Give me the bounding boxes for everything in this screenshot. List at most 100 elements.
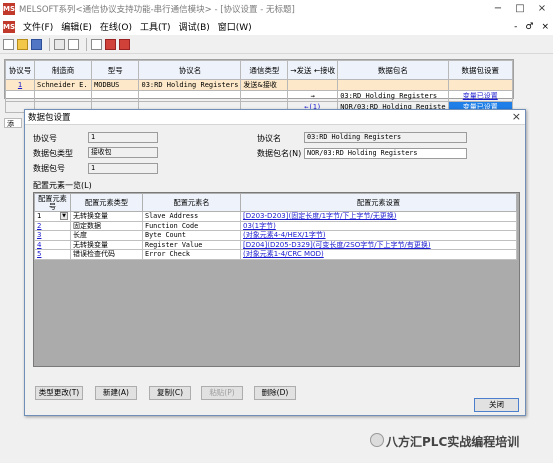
open-folder-icon[interactable] [17,38,28,50]
change-type-button[interactable]: 类型更改(T) [35,386,83,400]
close-button[interactable]: 关闭 [474,398,519,412]
delete-element-button[interactable]: 删除(D) [254,386,296,400]
add-element-button[interactable]: 新建(A) [95,386,137,400]
protocol-name-cell: 03:RD Holding Registers [138,79,242,91]
col-maker: 制造商 [34,60,93,80]
element-name-cell: Slave Address [142,211,241,222]
mdi-restore-icon[interactable]: ♂ [525,22,533,32]
table-row[interactable]: → 03:RD Holding Registers 变量已设置 [4,90,514,102]
table-row[interactable]: 3 长度 Byte Count (对象元素4-4/HEX/1字节) [34,230,517,241]
element-no-cell[interactable]: 3 [34,230,71,241]
save-icon[interactable] [31,38,42,50]
dialog-title-bar: 数据包设置 × [25,110,525,125]
maker-cell: Schneider E. [34,79,93,91]
menu-tools[interactable]: 工具(T) [140,20,171,33]
side-tab[interactable]: 添 [4,118,22,128]
element-list-label: 配置元素一览(L) [33,181,92,190]
element-type-cell: 无转换变量 [70,239,143,251]
mdi-minimize-icon[interactable]: - [514,22,517,32]
element-name-cell: Register Value [142,239,241,251]
minimize-icon[interactable]: − [487,0,509,18]
element-setting-link[interactable]: 03(1字节) [240,220,517,232]
paste-element-button[interactable]: 粘贴(P) [201,386,243,400]
col-packet-name: 数据包名 [337,60,449,80]
print-icon[interactable] [91,38,102,50]
packet-type-label: 数据包类型 [33,149,73,158]
protocol-name-cell [138,90,242,102]
paste-icon[interactable] [68,38,79,50]
watermark: 八方汇PLC实战编程培训 [386,435,520,449]
element-name-cell: Function Code [142,220,241,232]
element-no-cell[interactable]: 5 [34,249,71,260]
write-plc-icon[interactable] [105,38,116,50]
document-icon: MS [3,20,16,33]
model-cell: MODBUS [91,79,140,91]
dialog-close-icon[interactable]: × [512,110,521,124]
maximize-icon[interactable]: □ [509,0,531,18]
comm-type-cell [240,90,289,102]
protocol-no-cell[interactable]: 1 [4,79,36,91]
packet-name-input[interactable]: NOR/03:RD Holding Registers [304,148,467,159]
col-element-setting: 配置元素设置 [240,193,517,212]
copy-element-button[interactable]: 复制(C) [149,386,191,400]
table-row[interactable]: 1 ▼ 无转换变量 Slave Address [D203-D203](固定长度/… [34,211,517,222]
direction-cell: → [287,90,339,102]
mdi-close-icon[interactable]: × [541,22,549,32]
new-file-icon[interactable] [3,38,14,50]
col-element-name: 配置元素名 [142,193,241,212]
table-row[interactable]: 4 无转换变量 Register Value [D204](D205-D329]… [34,239,517,251]
packet-no-label: 数据包号 [33,164,65,173]
protocol-name-label: 协议名 [257,134,281,143]
chevron-down-icon[interactable]: ▼ [60,212,68,220]
element-no-cell[interactable]: 4 [34,239,71,251]
copy-icon[interactable] [54,38,65,50]
protocol-no-field: 1 [88,132,158,143]
maker-cell [34,90,93,102]
element-no-text: 1 [37,212,42,220]
main-window: MS MELSOFT系列<通信协议支持功能-串行通信模块> - [协议设置 - … [0,0,553,463]
mdi-controls: - ♂ × [514,18,549,35]
menu-window[interactable]: 窗口(W) [218,20,252,33]
wechat-icon [370,433,384,447]
element-setting-link[interactable]: [D203-D203](固定长度/1字节/下上字节/无更换) [240,211,517,222]
protocol-no-label: 协议号 [33,134,57,143]
packet-name-cell: 03:RD Holding Registers [337,90,449,102]
app-logo-icon: MS [3,3,16,15]
element-name-cell: Byte Count [142,230,241,241]
menu-edit[interactable]: 编辑(E) [61,20,92,33]
element-no-cell[interactable]: 1 ▼ [34,211,71,222]
protocol-name-field: 03:RD Holding Registers [304,132,467,143]
read-plc-icon[interactable] [119,38,130,50]
packet-settings-dialog: 数据包设置 × 协议号 1 数据包类型 接收包 数据包号 1 协议名 03:RD… [24,109,526,416]
packet-setting-cell [447,79,514,91]
dialog-title: 数据包设置 [28,113,71,123]
element-type-cell: 固定数据 [70,220,143,232]
table-row[interactable]: 1 Schneider E. MODBUS 03:RD Holding Regi… [4,79,514,91]
packet-no-field: 1 [88,163,158,174]
element-grid: 配置元素号 配置元素类型 配置元素名 配置元素设置 1 ▼ 无转换变量 Slave… [33,192,520,367]
menu-file[interactable]: 文件(F) [23,20,53,33]
element-name-cell: Error Check [142,249,241,260]
direction-cell [287,79,339,91]
toolbar-separator [49,37,50,51]
toolbar [0,35,553,54]
menu-online[interactable]: 在线(O) [100,20,132,33]
table-row[interactable]: 5 错误检查代码 Error Check (对象元素1-4/CRC MOD) [34,249,517,260]
col-model: 型号 [91,60,140,80]
col-packet-setting: 数据包设置 [447,60,514,80]
menu-debug[interactable]: 调试(B) [179,20,210,33]
element-setting-link[interactable]: (对象元素1-4/CRC MOD) [240,249,517,260]
col-protocol-name: 协议名 [138,60,242,80]
element-type-cell: 无转换变量 [70,211,143,222]
table-row[interactable]: 2 固定数据 Function Code 03(1字节) [34,220,517,232]
model-cell [91,90,140,102]
packet-setting-link[interactable]: 变量已设置 [447,90,514,102]
close-icon[interactable]: × [531,0,553,18]
comm-type-cell: 发送&接收 [240,79,289,91]
col-element-type: 配置元素类型 [70,193,143,212]
element-setting-link[interactable]: (对象元素4-4/HEX/1字节) [240,230,517,241]
packet-name-label: 数据包名(N) [257,149,302,158]
element-setting-link[interactable]: [D204](D205-D329](可变长度/2SO字节/下上字节/有更换) [240,239,517,251]
window-title: MELSOFT系列<通信协议支持功能-串行通信模块> - [协议设置 - 无标题… [19,5,295,15]
element-no-cell[interactable]: 2 [34,220,71,232]
